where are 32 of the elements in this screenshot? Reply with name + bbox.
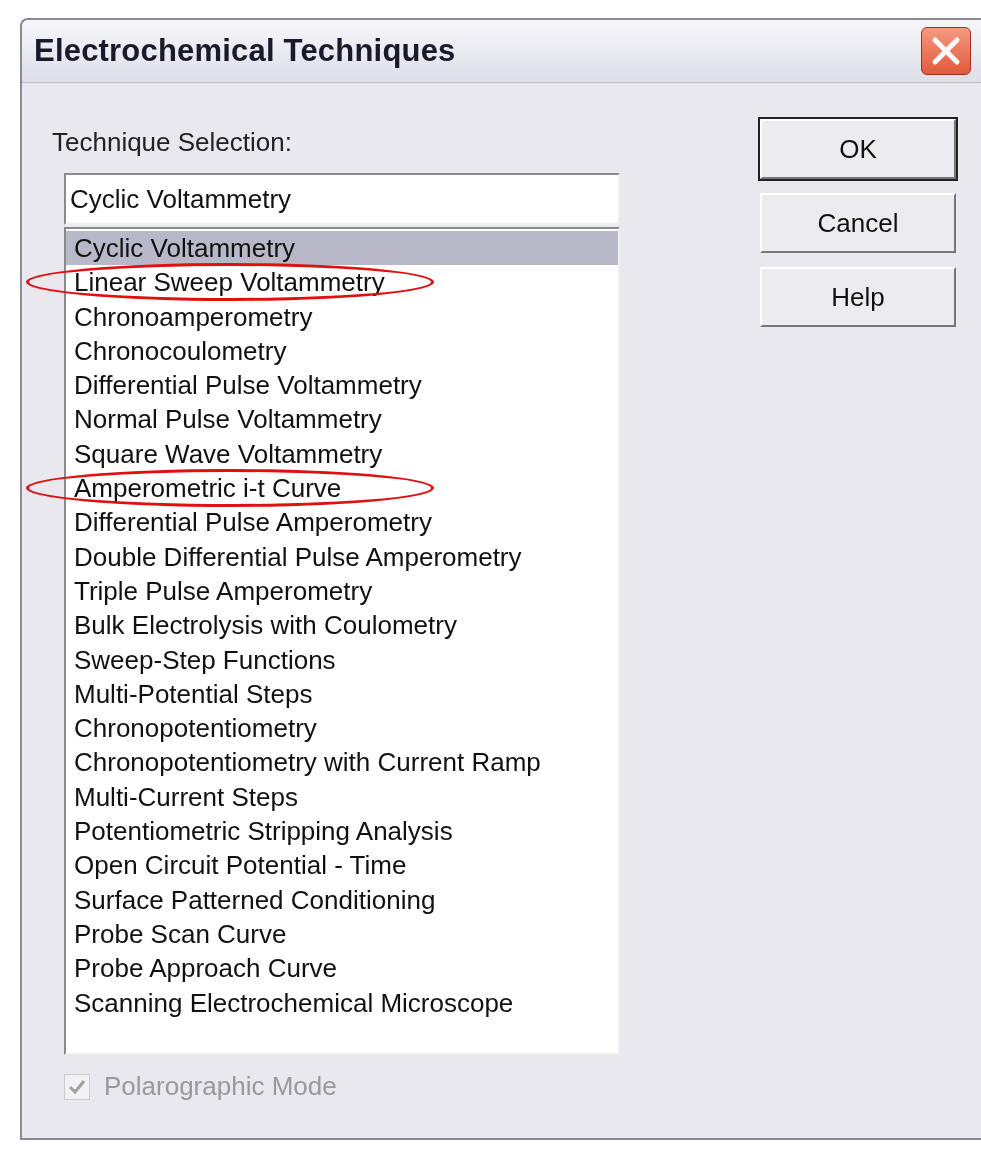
list-item[interactable]: Probe Approach Curve (66, 951, 618, 986)
list-item[interactable]: Surface Patterned Conditioning (66, 882, 618, 917)
list-item[interactable]: Multi-Current Steps (66, 779, 618, 815)
list-item[interactable]: Multi-Potential Steps (66, 676, 618, 712)
close-icon (931, 36, 961, 66)
technique-field[interactable]: Cyclic Voltammetry (64, 173, 620, 225)
list-item[interactable]: Chronoamperometry (66, 299, 618, 334)
list-item[interactable]: Double Differential Pulse Amperometry (66, 539, 618, 574)
checkmark-icon (68, 1077, 86, 1096)
dialog-button[interactable]: Help (760, 267, 956, 327)
list-item[interactable]: Open Circuit Potential - Time (66, 848, 618, 883)
list-item[interactable]: Sweep-Step Functions (66, 642, 618, 677)
list-item[interactable]: Chronocoulometry (66, 333, 618, 369)
list-item[interactable]: Amperometric i-t Curve (66, 471, 618, 506)
list-item[interactable]: Chronopotentiometry (66, 711, 618, 746)
list-item[interactable]: Potentiometric Stripping Analysis (66, 814, 618, 849)
list-item[interactable]: Triple Pulse Amperometry (66, 573, 618, 609)
list-item[interactable]: Bulk Electrolysis with Coulometry (66, 608, 618, 643)
list-item[interactable]: Cyclic Voltammetry (66, 231, 618, 266)
list-item[interactable]: Scanning Electrochemical Microscope (66, 985, 618, 1020)
field-label: Technique Selection: (52, 127, 293, 159)
window-title: Electrochemical Techniques (34, 33, 456, 69)
list-item[interactable]: Linear Sweep Voltammetry (66, 265, 618, 300)
list-item[interactable]: Probe Scan Curve (66, 916, 618, 952)
dialog-button[interactable]: OK (760, 119, 956, 179)
list-item[interactable]: Normal Pulse Voltammetry (66, 402, 618, 437)
list-item[interactable]: Differential Pulse Amperometry (66, 505, 618, 540)
list-item[interactable]: Differential Pulse Voltammetry (66, 368, 618, 403)
list-item[interactable]: Square Wave Voltammetry (66, 436, 618, 472)
list-item[interactable]: Chronopotentiometry with Current Ramp (66, 745, 618, 780)
close-button[interactable] (921, 27, 971, 75)
dialog-button[interactable]: Cancel (760, 193, 956, 253)
